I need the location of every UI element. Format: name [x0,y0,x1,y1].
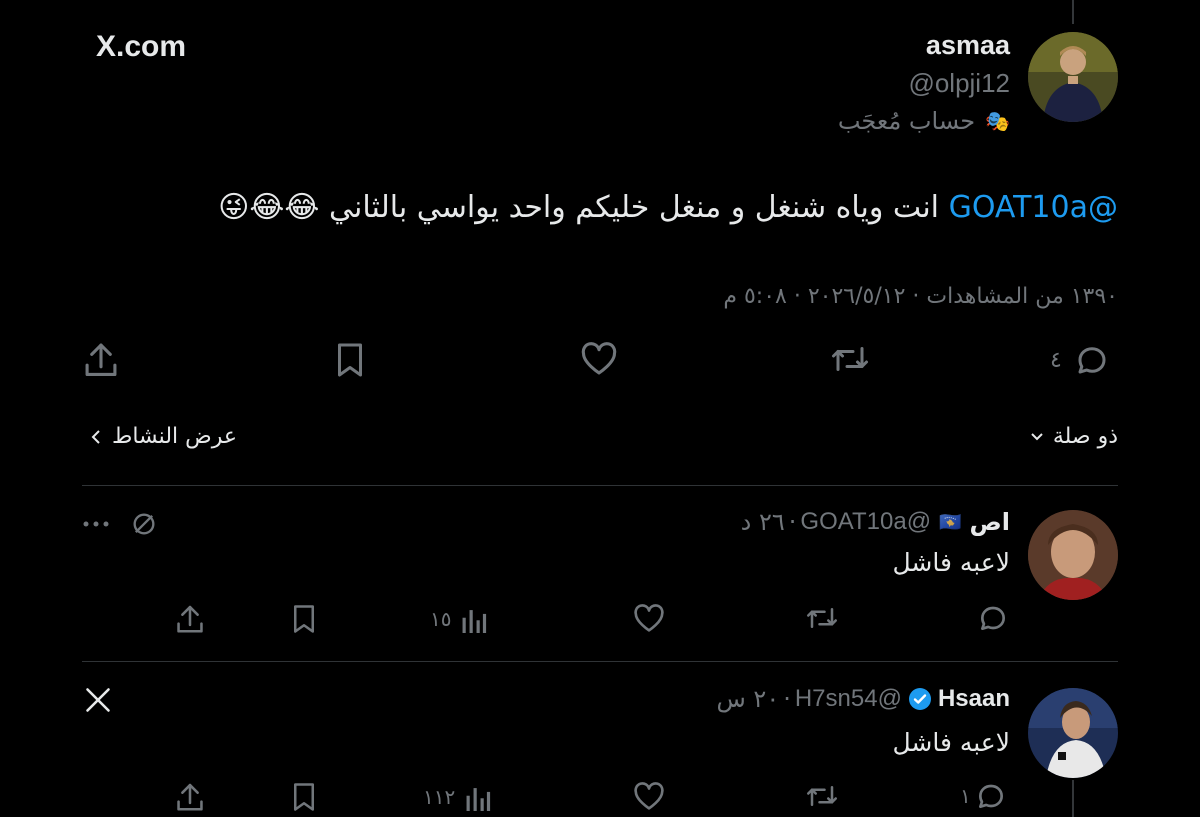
reply-avatar[interactable] [1028,688,1118,778]
relevance-filter[interactable]: ذو صلة [1029,424,1118,449]
account-label: 🎭 حساب مُعجَب [838,107,1010,135]
reply-avatar[interactable] [1028,510,1118,600]
post-body: انت وياه شنغل و منغل خليكم واحد يواسي با… [329,190,940,225]
reply-author-handle[interactable]: @GOAT10a [800,508,931,536]
reply-like-icon[interactable] [633,782,665,811]
thread-line-bottom [1072,780,1074,817]
views-icon [461,605,487,633]
reply-text: لاعبه فاشل [892,548,1010,577]
grok-icon[interactable] [130,510,158,538]
account-label-text: حساب مُعجَب [837,107,976,135]
x-logo-icon [84,686,112,714]
reply-separator: · [788,508,797,536]
verified-badge-icon [908,687,932,711]
like-icon[interactable] [580,342,618,376]
brand-label: X.com [96,30,187,63]
mask-icon: 🎭 [985,109,1010,133]
reply-like-icon[interactable] [633,604,665,633]
reply-reply-action[interactable]: ١ [960,780,1007,812]
reply-share-icon[interactable] [176,781,204,812]
flag-icon: 🇽🇰 [939,511,962,533]
author-avatar[interactable] [1028,32,1118,122]
reply-author-name[interactable]: اص [969,508,1010,536]
activity-label: عرض النشاط [112,424,237,449]
divider-middle [82,661,1118,662]
reply-reply-icon[interactable] [977,602,1009,634]
reply-header: اص 🇽🇰 @GOAT10a · ٢٦ د [741,508,1010,536]
more-icon[interactable] [82,512,110,536]
post-emojis: 😂😂😜 [218,190,320,225]
reply-views-action[interactable]: ١١٢ [423,782,491,812]
chevron-left-icon [90,429,102,445]
share-icon[interactable] [84,340,118,378]
post-mention[interactable]: @GOAT10a [949,190,1118,225]
reply-author-name[interactable]: Hsaan [938,685,1010,713]
reply-bookmark-icon[interactable] [291,604,317,634]
reply-repost-icon[interactable] [805,781,839,811]
views-icon [465,783,491,811]
reply-time: ٢٠ س [716,685,780,713]
reply-views-count: ١١٢ [423,785,456,809]
repost-icon[interactable] [830,341,870,377]
reply-share-icon[interactable] [176,603,204,634]
post-meta: ١٣٩٠ من المشاهدات · ٢٠٢٦/٥/١٢ · ٥:٠٨ م [723,284,1118,309]
reply-repost-icon[interactable] [805,603,839,633]
divider-top [82,485,1118,486]
reply-bookmark-icon[interactable] [291,782,317,812]
activity-link[interactable]: عرض النشاط [90,424,237,449]
reply-text: لاعبه فاشل [892,728,1010,757]
thread-line-top [1072,0,1074,24]
reply-author-handle[interactable]: @H7sn54 [795,685,902,713]
main-reply-action[interactable]: ٤ [1050,340,1110,380]
author-name[interactable]: asmaa [926,30,1010,61]
reply-icon [1074,342,1110,378]
chevron-down-icon [1029,429,1045,445]
bookmark-icon[interactable] [334,342,366,378]
reply-separator: · [783,685,791,713]
reply-reply-icon [975,780,1007,812]
reply-reply-count: ١ [960,784,971,808]
reply-views-count: ١٥ [430,607,452,631]
post-text: @GOAT10a انت وياه شنغل و منغل خليكم واحد… [218,190,1118,225]
relevance-label: ذو صلة [1052,424,1118,449]
reply-views-action[interactable]: ١٥ [430,604,487,634]
reply-count: ٤ [1050,347,1062,373]
reply-time: ٢٦ د [740,508,785,536]
author-handle[interactable]: @olpji12 [908,68,1010,99]
reply-header: Hsaan @H7sn54 · ٢٠ س [716,685,1010,713]
